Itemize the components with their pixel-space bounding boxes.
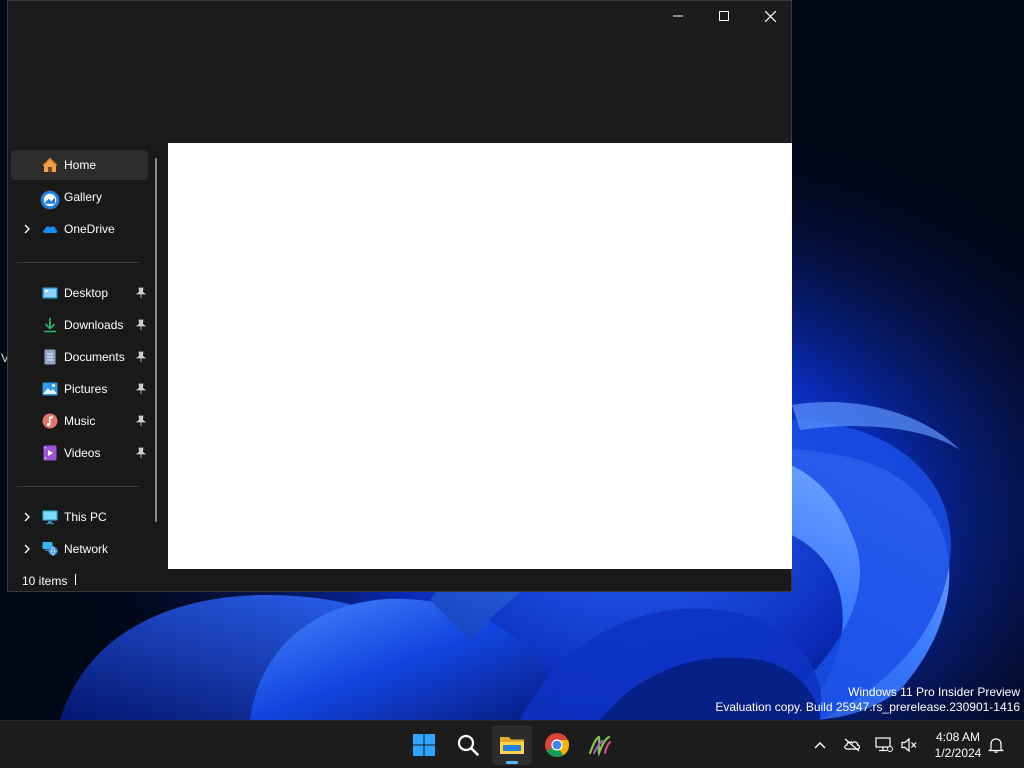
videos-icon (43, 445, 57, 461)
nav-item-this-pc[interactable]: This PC (11, 502, 148, 532)
pictures-icon (42, 382, 58, 396)
file-explorer-taskbar-button[interactable] (492, 725, 532, 765)
nav-item-label: Desktop (64, 286, 109, 300)
windows-start-icon (413, 734, 435, 756)
this-pc-icon (42, 510, 58, 525)
status-bar: 10 items (8, 569, 791, 591)
item-count: 10 items (22, 574, 68, 588)
navigation-pane: Home Gallery OneDrive Desktop Downloads … (8, 143, 167, 569)
nav-divider (17, 262, 139, 263)
network-icon (42, 542, 58, 556)
chevron-right-icon[interactable] (22, 511, 32, 523)
chrome-icon (545, 733, 570, 758)
clock-date: 1/2/2024 (934, 746, 982, 760)
nav-item-pictures[interactable]: Pictures (11, 374, 148, 404)
home-icon (42, 157, 58, 172)
network-icon (875, 737, 893, 752)
desktop-folder-icon (42, 287, 58, 299)
nav-item-onedrive[interactable]: OneDrive (11, 214, 148, 244)
show-hidden-icons-button[interactable] (810, 735, 830, 755)
nav-item-label: Home (64, 158, 97, 172)
maximize-icon (719, 11, 729, 21)
clock[interactable]: 4:08 AM 1/2/2024 (926, 729, 990, 761)
onedrive-offline-icon (844, 738, 860, 752)
nav-item-network[interactable]: Network (11, 534, 148, 564)
start-button[interactable] (404, 725, 444, 765)
chevron-up-icon (814, 742, 826, 749)
nav-item-label: Documents (64, 350, 125, 364)
content-pane[interactable] (168, 143, 792, 569)
nav-item-label: Network (64, 542, 109, 556)
close-icon (764, 10, 776, 22)
nav-item-documents[interactable]: Documents (11, 342, 148, 372)
nav-item-label: Music (64, 414, 96, 428)
file-explorer-icon (500, 737, 524, 754)
nav-item-home[interactable]: Home (11, 150, 148, 180)
maximize-button[interactable] (701, 1, 747, 31)
command-bar-area (8, 31, 791, 143)
nav-item-downloads[interactable]: Downloads (11, 310, 148, 340)
file-explorer-window: Home Gallery OneDrive Desktop Downloads … (7, 0, 792, 592)
chevron-right-icon[interactable] (22, 543, 32, 555)
nav-item-label: Downloads (64, 318, 124, 332)
nav-item-videos[interactable]: Videos (11, 438, 148, 468)
app-icon (588, 735, 611, 757)
nav-item-label: Pictures (64, 382, 108, 396)
status-separator (75, 574, 76, 585)
pin-icon[interactable] (136, 383, 146, 395)
pin-icon[interactable] (136, 415, 146, 427)
search-icon (457, 734, 479, 756)
clock-time: 4:08 AM (935, 730, 981, 744)
notifications-button[interactable] (986, 735, 1006, 755)
volume-tray-button[interactable] (899, 735, 919, 755)
onedrive-tray-button[interactable] (842, 735, 862, 755)
documents-icon (44, 349, 56, 365)
chevron-right-icon[interactable] (22, 223, 32, 235)
search-button[interactable] (448, 725, 488, 765)
nav-divider (17, 486, 139, 487)
network-tray-button[interactable] (874, 735, 894, 755)
watermark-line-1: Windows 11 Pro Insider Preview (848, 685, 1020, 699)
nav-pane-scrollbar[interactable] (155, 158, 157, 522)
minimize-button[interactable] (655, 1, 701, 31)
taskbar: 4:08 AM 1/2/2024 (0, 720, 1024, 768)
pin-icon[interactable] (136, 447, 146, 459)
chrome-taskbar-button[interactable] (537, 725, 577, 765)
volume-muted-icon (901, 737, 917, 753)
pin-icon[interactable] (136, 287, 146, 299)
nav-item-desktop[interactable]: Desktop (11, 278, 148, 308)
watermark-line-2: Evaluation copy. Build 25947.rs_prerelea… (715, 700, 1020, 714)
close-button[interactable] (747, 1, 793, 31)
gallery-icon (40, 190, 60, 210)
notification-bell-icon (988, 738, 1004, 753)
onedrive-icon (43, 226, 58, 233)
nav-item-music[interactable]: Music (11, 406, 148, 436)
active-app-indicator (506, 761, 518, 764)
nav-item-label: OneDrive (64, 222, 115, 236)
nav-item-gallery[interactable]: Gallery (11, 182, 148, 212)
windows-evaluation-watermark: Windows 11 Pro Insider Preview Evaluatio… (715, 685, 1020, 715)
nav-item-label: Gallery (64, 190, 103, 204)
nav-item-label: Videos (64, 446, 101, 460)
minimize-icon (673, 15, 683, 17)
downloads-icon (44, 318, 56, 333)
pin-icon[interactable] (136, 351, 146, 363)
music-icon (42, 413, 58, 429)
nav-item-label: This PC (64, 510, 107, 524)
app-taskbar-button[interactable] (580, 725, 620, 765)
pin-icon[interactable] (136, 319, 146, 331)
